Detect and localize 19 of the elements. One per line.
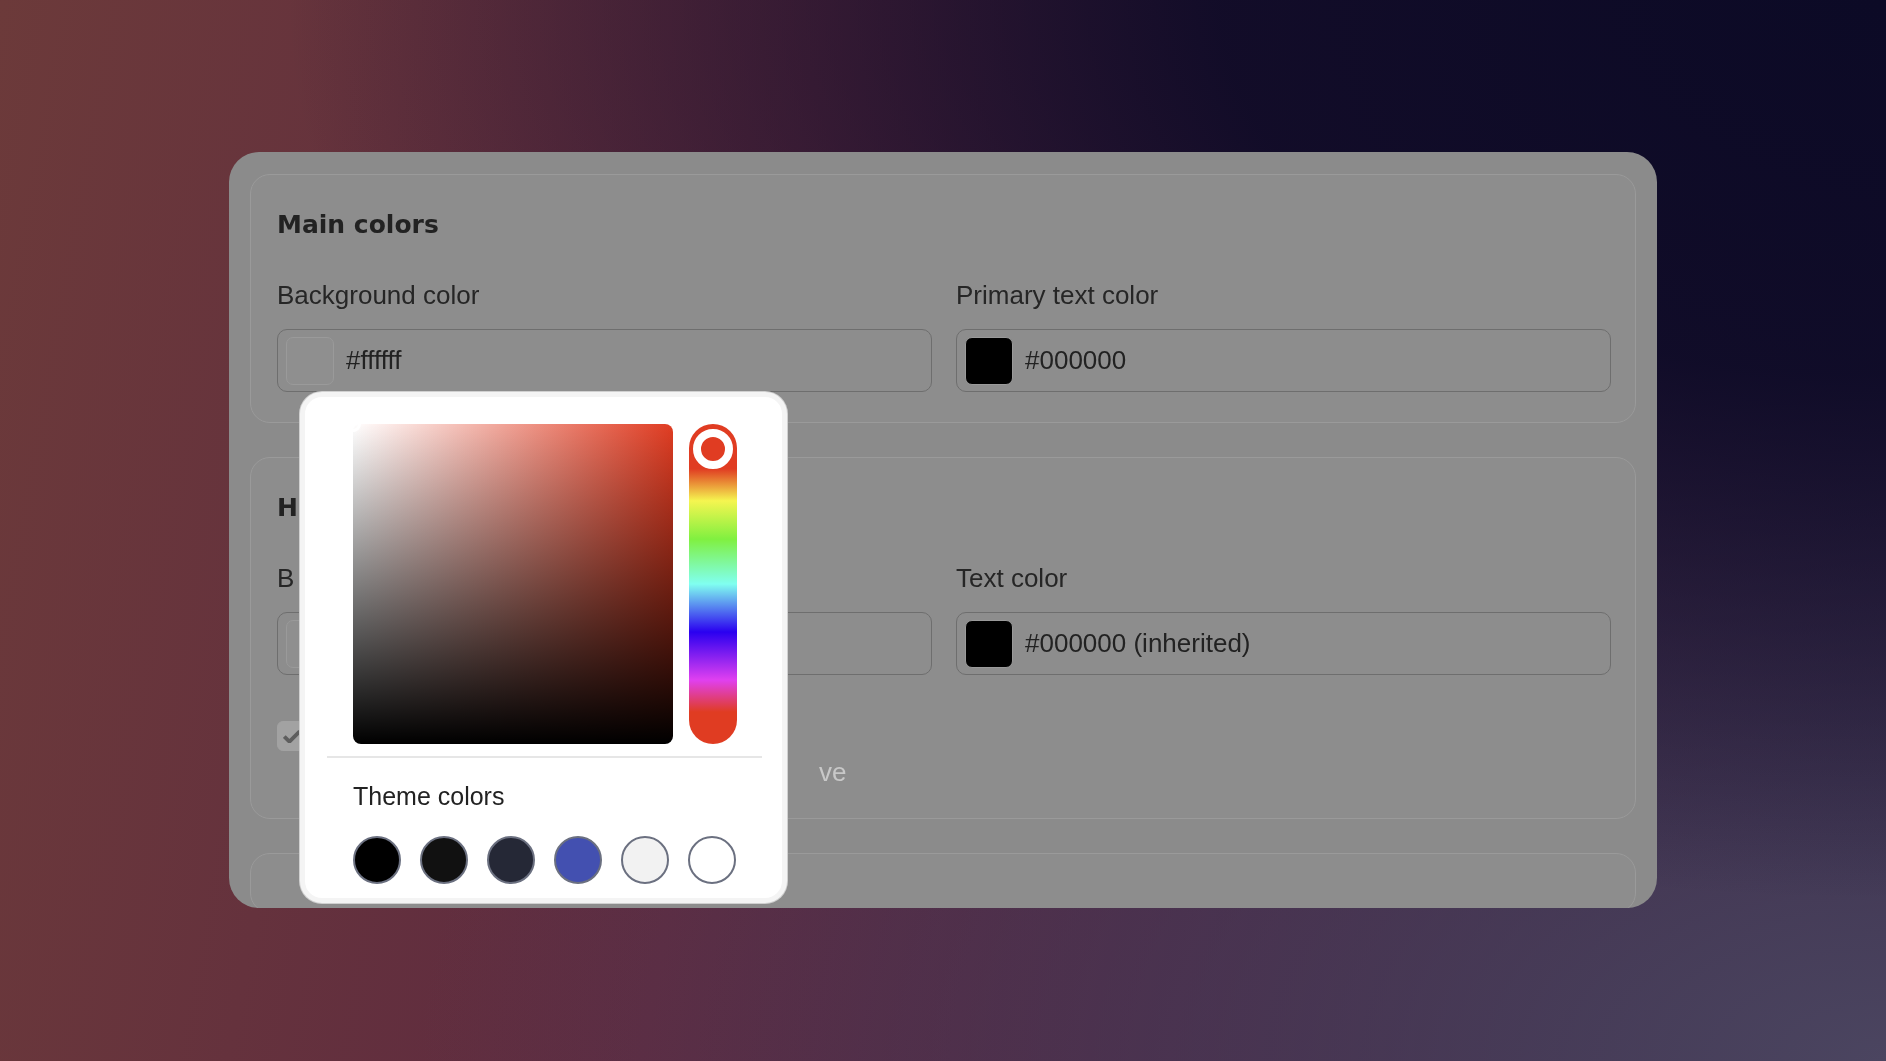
theme-color-swatch[interactable] — [353, 836, 401, 884]
theme-colors-heading: Theme colors — [353, 781, 506, 812]
hue-thumb[interactable] — [693, 428, 733, 469]
theme-color-swatch[interactable] — [688, 836, 736, 884]
section-title: H — [277, 492, 299, 524]
field-label: Primary text color — [956, 279, 1160, 311]
section-title: Main colors — [277, 209, 440, 241]
field-label: B — [277, 562, 296, 594]
theme-color-swatch[interactable] — [420, 836, 468, 884]
theme-color-swatch[interactable] — [554, 836, 602, 884]
color-input-field[interactable]: #000000 — [956, 329, 1611, 392]
description-text: ve — [819, 757, 847, 787]
check-icon — [283, 729, 301, 743]
hue-slider[interactable] — [689, 424, 737, 744]
field-label: Background color — [277, 279, 481, 311]
color-input-field[interactable]: #000000 (inherited) — [956, 612, 1611, 675]
theme-color-swatch[interactable] — [487, 836, 535, 884]
theme-color-swatch[interactable] — [621, 836, 669, 884]
field-label: Text color — [956, 562, 1069, 594]
